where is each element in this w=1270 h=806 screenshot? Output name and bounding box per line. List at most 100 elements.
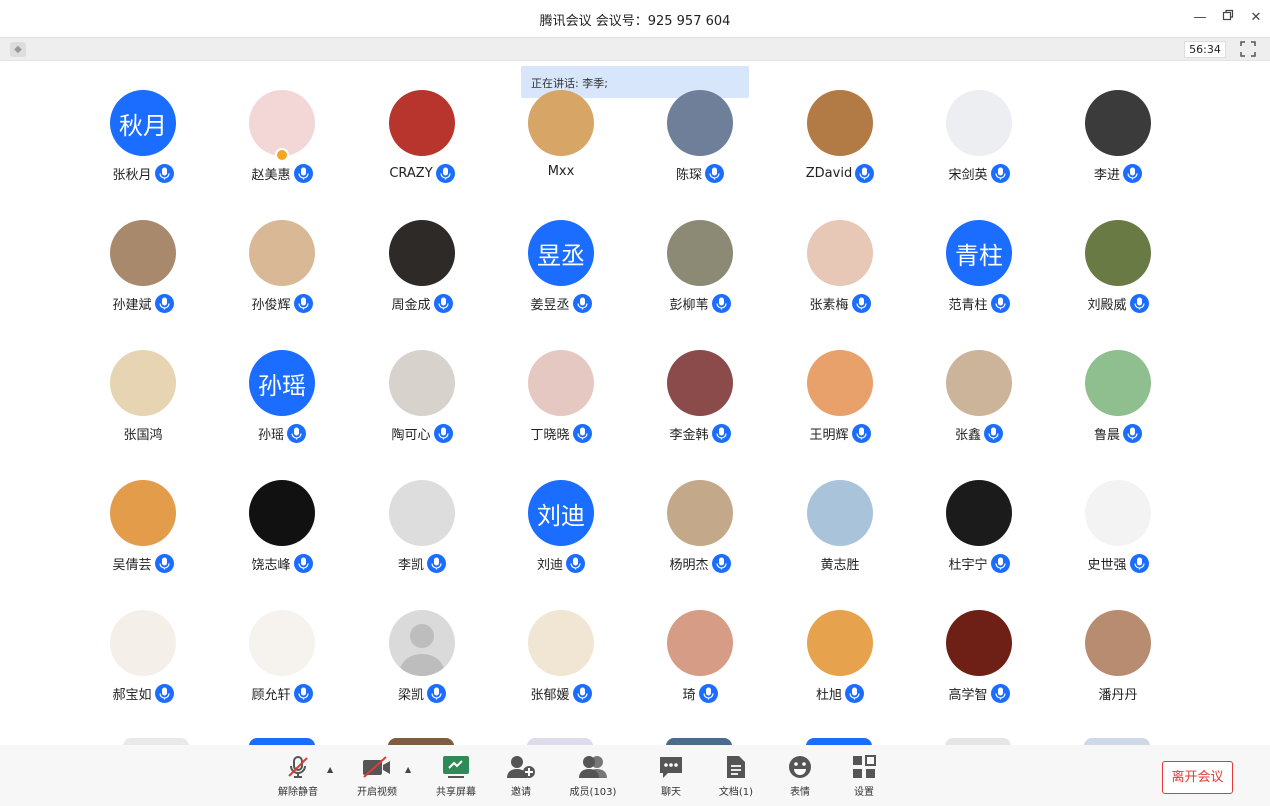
participant-tile[interactable]: 吴倩芸 — [73, 480, 213, 610]
mic-icon — [293, 164, 313, 183]
settings-button[interactable]: 设置 — [834, 755, 894, 803]
mic-icon — [711, 424, 731, 443]
participant-name: 李金韩 — [669, 428, 709, 443]
participant-name: 杜宇宁 — [948, 558, 988, 573]
participant-name-row: 陈琛 — [630, 164, 770, 183]
participant-tile[interactable]: 黄志胜 — [770, 480, 910, 610]
participant-tile[interactable]: 史世强 — [1048, 480, 1188, 610]
mic-icon — [1129, 554, 1149, 573]
participant-tile[interactable]: 孙瑶 孙瑶 — [212, 350, 352, 480]
settings-grid-icon — [853, 755, 876, 778]
participant-tile[interactable]: 高学智 — [909, 610, 1049, 740]
participant-tile[interactable]: CRAZY — [352, 90, 492, 220]
participant-name-row: 彭柳苇 — [630, 294, 770, 313]
participant-name-row: Mxx — [491, 164, 631, 179]
invite-button[interactable]: 邀请 — [491, 755, 551, 803]
mic-icon — [572, 684, 592, 703]
participant-tile[interactable]: 郝宝如 — [73, 610, 213, 740]
participant-tile[interactable]: Mxx — [491, 90, 631, 220]
mic-icon — [855, 164, 875, 183]
participant-tile[interactable]: 宋剑英 — [909, 90, 1049, 220]
start-video-button[interactable]: 开启视频 — [347, 755, 407, 803]
mic-icon — [711, 554, 731, 573]
participant-tile[interactable]: 梁凯 — [352, 610, 492, 740]
participant-tile[interactable]: 饶志峰 — [212, 480, 352, 610]
participant-name-row: 杨明杰 — [630, 554, 770, 573]
participant-tile[interactable]: 孙俊辉 — [212, 220, 352, 350]
participant-tile[interactable]: 杜宇宁 — [909, 480, 1049, 610]
participant-name-row: 史世强 — [1048, 554, 1188, 573]
participant-tile[interactable]: 彭柳苇 — [630, 220, 770, 350]
participant-tile[interactable]: 李金韩 — [630, 350, 770, 480]
participant-tile[interactable]: 杨明杰 — [630, 480, 770, 610]
participant-tile[interactable]: ZDavid — [770, 90, 910, 220]
shield-icon[interactable]: ◆ — [10, 42, 26, 57]
participant-name-row: 张素梅 — [770, 294, 910, 313]
participant-name-row: 丁晓晓 — [491, 424, 631, 443]
participant-name-row: 潘丹丹 — [1048, 684, 1188, 703]
participant-tile[interactable]: 张素梅 — [770, 220, 910, 350]
participant-tile[interactable]: 鲁晨 — [1048, 350, 1188, 480]
minimize-icon[interactable]: — — [1191, 9, 1209, 27]
participant-tile[interactable]: 周金成 — [352, 220, 492, 350]
participant-name-row: 张国鸿 — [73, 424, 213, 443]
mic-icon — [154, 164, 174, 183]
settings-label: 设置 — [854, 787, 874, 798]
participant-name: 刘殿威 — [1087, 298, 1127, 313]
bottom-toolbar: 解除静音 ▲ 开启视频 ▲ 共享屏幕 邀请 成员(103) 聊天 文档(1) 表… — [0, 745, 1270, 806]
unmute-button[interactable]: 解除静音 — [268, 755, 328, 803]
invite-label: 邀请 — [511, 787, 531, 798]
meeting-timer: 56:34 — [1184, 41, 1226, 58]
documents-label: 文档(1) — [718, 787, 754, 798]
participant-tile[interactable]: 张国鸿 — [73, 350, 213, 480]
mic-icon — [705, 164, 724, 183]
mic-icon — [990, 554, 1010, 573]
participant-tile[interactable]: 琦 — [630, 610, 770, 740]
mic-icon — [293, 294, 313, 313]
mic-icon — [990, 294, 1010, 313]
participant-tile[interactable]: 丁晓晓 — [491, 350, 631, 480]
participant-tile[interactable]: 刘迪 刘迪 — [491, 480, 631, 610]
participant-name-row: CRAZY — [352, 164, 492, 183]
participant-name-row: 刘迪 — [491, 554, 631, 573]
participant-tile[interactable]: 昱丞 姜昱丞 — [491, 220, 631, 350]
video-options-icon[interactable]: ▲ — [405, 765, 415, 774]
avatar — [667, 220, 733, 286]
mic-icon — [435, 164, 455, 183]
mic-icon — [154, 554, 174, 573]
participant-name: 孙俊辉 — [251, 298, 291, 313]
chat-button[interactable]: 聊天 — [641, 755, 701, 803]
participant-tile[interactable]: 陈琛 — [630, 90, 770, 220]
members-button[interactable]: 成员(103) — [563, 755, 623, 803]
participant-tile[interactable]: 青柱 范青柱 — [909, 220, 1049, 350]
fullscreen-icon[interactable] — [1240, 41, 1256, 57]
close-icon[interactable]: ✕ — [1247, 9, 1265, 27]
participant-tile[interactable]: 赵美惠 — [212, 90, 352, 220]
participant-name: 顾允轩 — [251, 688, 291, 703]
restore-icon[interactable] — [1219, 9, 1237, 27]
participant-tile[interactable]: 张鑫 — [909, 350, 1049, 480]
audio-options-icon[interactable]: ▲ — [327, 765, 337, 774]
participant-tile[interactable]: 孙建斌 — [73, 220, 213, 350]
participant-tile[interactable]: 秋月 张秋月 — [73, 90, 213, 220]
camera-off-icon — [363, 756, 390, 778]
participant-tile[interactable]: 张郁媛 — [491, 610, 631, 740]
participant-tile[interactable]: 顾允轩 — [212, 610, 352, 740]
mic-icon — [984, 424, 1003, 443]
participant-tile[interactable]: 陶可心 — [352, 350, 492, 480]
participant-name-row: 陶可心 — [352, 424, 492, 443]
emoji-button[interactable]: 表情 — [770, 755, 830, 803]
participant-name: 陶可心 — [391, 428, 431, 443]
share-screen-button[interactable]: 共享屏幕 — [426, 755, 486, 803]
avatar — [946, 90, 1012, 156]
avatar — [389, 220, 455, 286]
participant-tile[interactable]: 杜旭 — [770, 610, 910, 740]
documents-button[interactable]: 文档(1) — [706, 755, 766, 803]
participant-tile[interactable]: 李进 — [1048, 90, 1188, 220]
participant-name: Mxx — [547, 164, 575, 179]
participant-tile[interactable]: 王明辉 — [770, 350, 910, 480]
participant-tile[interactable]: 刘殿威 — [1048, 220, 1188, 350]
participant-tile[interactable]: 李凯 — [352, 480, 492, 610]
participant-tile[interactable]: 潘丹丹 — [1048, 610, 1188, 740]
leave-meeting-button[interactable]: 离开会议 — [1162, 761, 1233, 794]
